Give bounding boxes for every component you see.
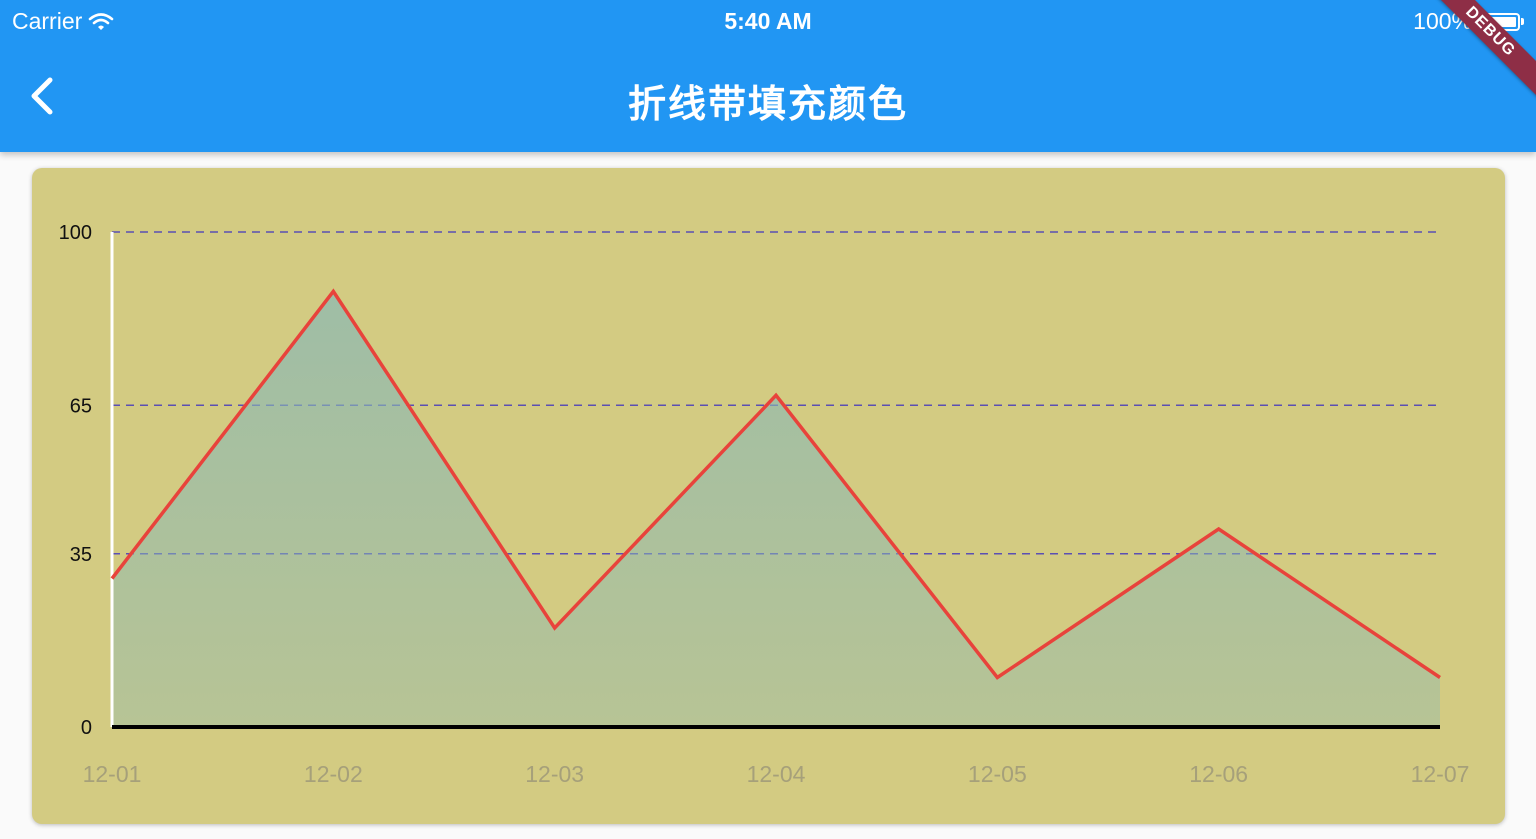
x-tick-label: 12-06: [1189, 761, 1248, 787]
x-tick-label: 12-07: [1411, 761, 1470, 787]
status-bar: Carrier 5:40 AM 100%: [0, 0, 1536, 42]
y-tick-label: 0: [81, 717, 92, 739]
x-tick-label: 12-02: [304, 761, 363, 787]
y-tick-label: 35: [70, 544, 92, 566]
x-tick-label: 12-03: [525, 761, 584, 787]
status-time: 5:40 AM: [724, 8, 812, 34]
line-chart: 0 35 65 100 12-01 12-02 12-03 12-04 12-05 12-06 12…: [59, 222, 1470, 787]
chart-card: 0 35 65 100 12-01 12-02 12-03 12-04 12-05 12-06 12…: [32, 168, 1505, 824]
area-fill: [112, 291, 1440, 727]
y-tick-label: 65: [70, 395, 92, 417]
app-bar: Carrier 5:40 AM 100% 折线带填充颜色 DEBUG: [0, 0, 1536, 152]
x-tick-label: 12-01: [83, 761, 142, 787]
y-tick-label: 100: [59, 222, 92, 244]
page-title: 折线带填充颜色: [627, 84, 908, 126]
toolbar: 折线带填充颜色: [0, 42, 1536, 152]
x-tick-label: 12-05: [968, 761, 1027, 787]
x-tick-label: 12-04: [747, 761, 806, 787]
